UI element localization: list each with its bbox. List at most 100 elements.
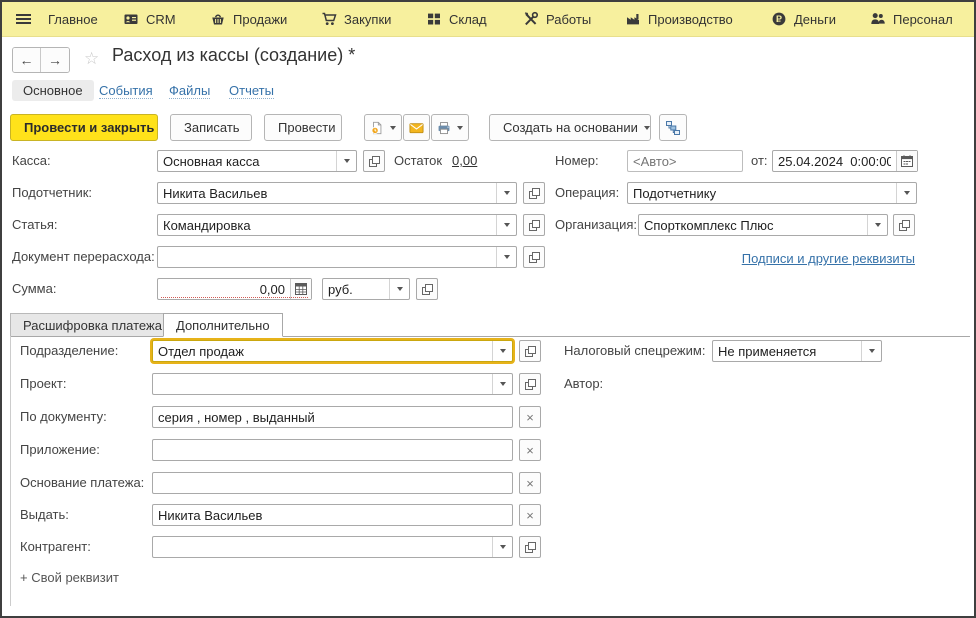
- tax-regime-combo[interactable]: [712, 340, 882, 362]
- create-based-on-button[interactable]: Создать на основании: [489, 114, 651, 141]
- overspend-document-open-button[interactable]: [523, 246, 545, 268]
- by-document-clear-button[interactable]: ×: [519, 406, 541, 428]
- menubar-section-works[interactable]: Работы: [523, 2, 591, 36]
- posting-document-button[interactable]: [364, 114, 402, 141]
- organization-dropdown-icon[interactable]: [867, 215, 887, 235]
- counterparty-label: Контрагент:: [20, 536, 91, 558]
- menubar-section-production[interactable]: Производство: [625, 2, 733, 36]
- overspend-document-dropdown-icon[interactable]: [496, 247, 516, 267]
- menubar-section-crm[interactable]: CRM: [123, 2, 176, 36]
- article-open-button[interactable]: [523, 214, 545, 236]
- custom-attribute-link[interactable]: + Свой реквизит: [20, 570, 119, 585]
- print-button[interactable]: [431, 114, 469, 141]
- attachment-label: Приложение:: [20, 439, 100, 461]
- organization-combo[interactable]: [638, 214, 888, 236]
- open-icon: [899, 220, 910, 231]
- kassa-open-button[interactable]: [363, 150, 385, 172]
- menubar-section-purchases[interactable]: Закупки: [321, 2, 391, 36]
- forward-button[interactable]: →: [41, 48, 69, 72]
- department-input[interactable]: [153, 341, 492, 361]
- tax-regime-dropdown-icon[interactable]: [861, 341, 881, 361]
- ruble-coin-icon: Р: [771, 11, 787, 27]
- issue-to-clear-button[interactable]: ×: [519, 504, 541, 526]
- operation-label: Операция:: [555, 182, 619, 204]
- tax-regime-input[interactable]: [713, 341, 861, 361]
- menubar-section-main[interactable]: Главное: [48, 2, 98, 36]
- menubar-section-warehouse[interactable]: Склад: [426, 2, 487, 36]
- project-input[interactable]: [153, 374, 492, 394]
- currency-open-button[interactable]: [416, 278, 438, 300]
- payment-basis-clear-button[interactable]: ×: [519, 472, 541, 494]
- date-input[interactable]: [773, 151, 896, 171]
- number-input[interactable]: [627, 150, 743, 172]
- by-document-input[interactable]: [152, 406, 513, 428]
- tab-files[interactable]: Файлы: [169, 83, 210, 99]
- menubar-section-sales[interactable]: Продажи: [210, 2, 287, 36]
- write-button[interactable]: Записать: [170, 114, 252, 141]
- accountable-combo[interactable]: [157, 182, 517, 204]
- amount-field[interactable]: [157, 278, 312, 300]
- article-combo[interactable]: [157, 214, 517, 236]
- department-dropdown-icon[interactable]: [492, 341, 512, 361]
- tab-main[interactable]: Основное: [12, 80, 94, 101]
- amount-calculator-button[interactable]: [290, 279, 311, 299]
- tab-reports[interactable]: Отчеты: [229, 83, 274, 99]
- counterparty-input[interactable]: [153, 537, 492, 557]
- overspend-document-input[interactable]: [158, 247, 496, 267]
- post-button[interactable]: Провести: [264, 114, 342, 141]
- overspend-document-combo[interactable]: [157, 246, 517, 268]
- article-input[interactable]: [158, 215, 496, 235]
- menubar-section-money[interactable]: Р Деньги: [771, 2, 836, 36]
- counterparty-open-button[interactable]: [519, 536, 541, 558]
- balance-value-link[interactable]: 0,00: [452, 150, 477, 172]
- accountable-dropdown-icon[interactable]: [496, 183, 516, 203]
- counterparty-dropdown-icon[interactable]: [492, 537, 512, 557]
- favorite-star-icon[interactable]: ☆: [84, 49, 99, 69]
- currency-input[interactable]: [323, 279, 389, 299]
- accountable-input[interactable]: [158, 183, 496, 203]
- currency-combo[interactable]: [322, 278, 410, 300]
- operation-input[interactable]: [628, 183, 896, 203]
- menubar-section-label: Работы: [546, 12, 591, 27]
- department-combo[interactable]: [152, 340, 513, 362]
- kassa-input[interactable]: [158, 151, 336, 171]
- by-document-label: По документу:: [20, 406, 107, 428]
- project-combo[interactable]: [152, 373, 513, 395]
- back-button[interactable]: ←: [13, 48, 41, 72]
- panel-left-border: [10, 336, 11, 606]
- send-mail-button[interactable]: [403, 114, 430, 141]
- counterparty-combo[interactable]: [152, 536, 513, 558]
- date-field[interactable]: [772, 150, 918, 172]
- project-open-button[interactable]: [519, 373, 541, 395]
- attachment-input[interactable]: [152, 439, 513, 461]
- issue-to-label: Выдать:: [20, 504, 69, 526]
- organization-label: Организация:: [555, 214, 637, 236]
- tab-additional[interactable]: Дополнительно: [163, 313, 283, 337]
- open-icon: [525, 379, 536, 390]
- project-dropdown-icon[interactable]: [492, 374, 512, 394]
- operation-combo[interactable]: [627, 182, 917, 204]
- kassa-dropdown-icon[interactable]: [336, 151, 356, 171]
- amount-input[interactable]: [158, 279, 290, 299]
- issue-to-input[interactable]: [152, 504, 513, 526]
- structure-of-subordination-button[interactable]: [659, 114, 687, 141]
- tab-payment-details[interactable]: Расшифровка платежа: [10, 313, 175, 336]
- tab-events[interactable]: События: [99, 83, 153, 99]
- currency-dropdown-icon[interactable]: [389, 279, 409, 299]
- article-dropdown-icon[interactable]: [496, 215, 516, 235]
- operation-dropdown-icon[interactable]: [896, 183, 916, 203]
- department-open-button[interactable]: [519, 340, 541, 362]
- hamburger-button[interactable]: [16, 2, 31, 36]
- signatures-and-details-link[interactable]: Подписи и другие реквизиты: [742, 251, 915, 266]
- envelope-icon: [409, 120, 424, 136]
- post-and-close-button[interactable]: Провести и закрыть: [10, 114, 158, 141]
- clear-icon: ×: [526, 411, 534, 424]
- organization-open-button[interactable]: [893, 214, 915, 236]
- accountable-open-button[interactable]: [523, 182, 545, 204]
- date-calendar-button[interactable]: [896, 151, 917, 171]
- attachment-clear-button[interactable]: ×: [519, 439, 541, 461]
- organization-input[interactable]: [639, 215, 867, 235]
- payment-basis-input[interactable]: [152, 472, 513, 494]
- kassa-combo[interactable]: [157, 150, 357, 172]
- menubar-section-staff[interactable]: Персонал: [870, 2, 953, 36]
